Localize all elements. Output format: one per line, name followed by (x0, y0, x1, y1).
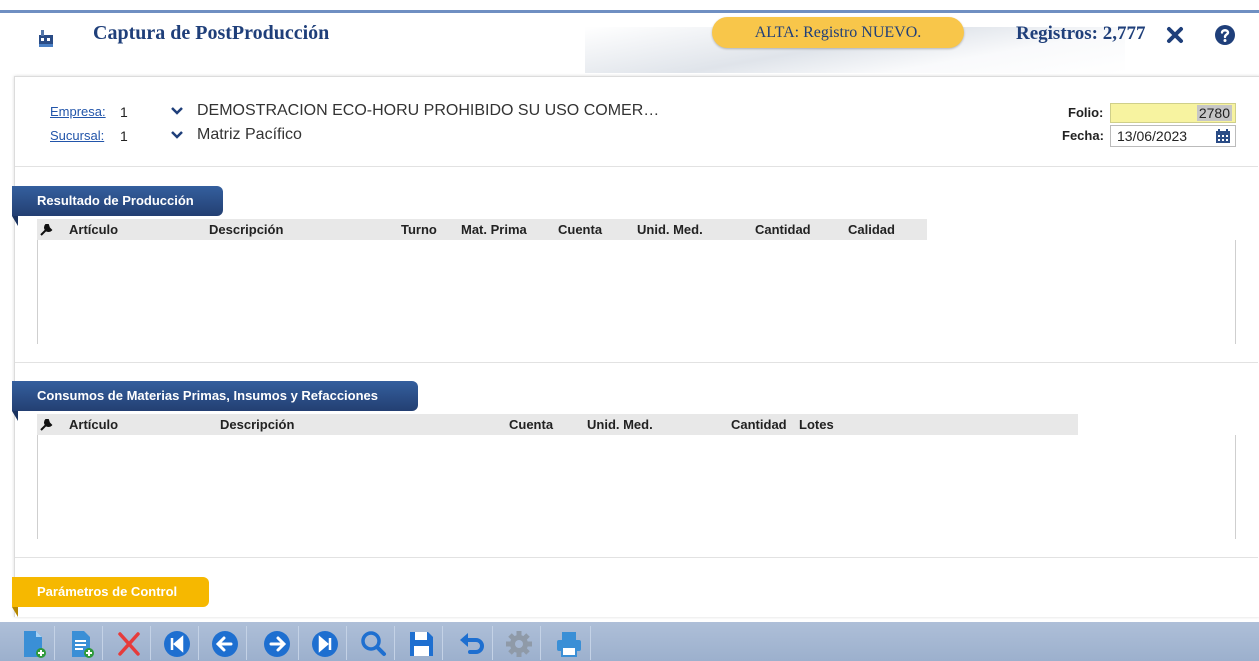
toolbar-separator (394, 626, 395, 660)
new-document-button[interactable] (14, 622, 48, 661)
sucursal-description: Matriz Pacífico (197, 126, 302, 143)
column-header[interactable]: Turno (401, 219, 437, 240)
calendar-icon[interactable] (1215, 128, 1231, 144)
last-record-button[interactable] (306, 622, 340, 661)
toolbar-separator (346, 626, 347, 660)
settings-button[interactable] (500, 622, 534, 661)
section-tab-produccion[interactable]: Resultado de Producción (12, 186, 223, 216)
section-divider (15, 362, 1258, 363)
column-header[interactable]: Cantidad (731, 414, 787, 435)
last-record-icon (312, 631, 338, 657)
toolbar-separator (102, 626, 103, 660)
factory-icon (39, 30, 53, 47)
delete-button[interactable] (110, 622, 144, 661)
folio-label: Folio: (1068, 105, 1104, 120)
column-header[interactable]: Lotes (799, 414, 834, 435)
undo-button[interactable] (452, 622, 486, 661)
consumos-grid-body[interactable] (37, 435, 1236, 539)
column-header[interactable]: Unid. Med. (637, 219, 703, 240)
new-document-icon (24, 631, 46, 658)
empresa-select[interactable]: 1 (120, 104, 128, 120)
column-header[interactable]: Mat. Prima (461, 219, 527, 240)
new-from-copy-button[interactable] (62, 622, 96, 661)
undo-icon (460, 633, 484, 654)
column-header[interactable]: Artículo (69, 414, 118, 435)
records-count: Registros: 2,777 (1016, 23, 1146, 44)
column-header[interactable]: Cuenta (509, 414, 553, 435)
folio-field[interactable]: 2780 (1110, 103, 1236, 123)
first-record-button[interactable] (158, 622, 192, 661)
produccion-grid-body[interactable] (37, 240, 1236, 344)
new-from-copy-icon (72, 631, 94, 658)
fecha-value: 13/06/2023 (1117, 128, 1188, 144)
next-record-icon (264, 631, 290, 657)
save-icon (410, 632, 433, 656)
tab-tail (12, 411, 18, 421)
bottom-toolbar (0, 622, 1259, 661)
toolbar-separator (492, 626, 493, 660)
tab-tail (12, 216, 18, 226)
empresa-label[interactable]: Empresa: (50, 104, 106, 119)
next-record-button[interactable] (258, 622, 292, 661)
column-header[interactable]: Artículo (69, 219, 118, 240)
settings-icon (506, 631, 532, 657)
save-button[interactable] (402, 622, 436, 661)
page-title: Captura de PostProducción (93, 22, 330, 44)
search-icon (361, 631, 386, 656)
previous-record-button[interactable] (206, 622, 240, 661)
search-button[interactable] (354, 622, 388, 661)
help-icon[interactable] (1214, 24, 1236, 46)
column-header[interactable]: Descripción (220, 414, 294, 435)
section-divider (15, 557, 1258, 558)
column-header[interactable]: Descripción (209, 219, 283, 240)
column-header[interactable]: Unid. Med. (587, 414, 653, 435)
wrench-icon[interactable] (40, 418, 53, 431)
toolbar-separator (442, 626, 443, 660)
toolbar-separator (298, 626, 299, 660)
wrench-icon[interactable] (40, 223, 53, 236)
column-header[interactable]: Calidad (848, 219, 895, 240)
close-icon[interactable] (1165, 25, 1185, 45)
toolbar-separator (54, 626, 55, 660)
column-header[interactable]: Cantidad (755, 219, 811, 240)
toolbar-separator (198, 626, 199, 660)
previous-record-icon (212, 631, 238, 657)
chevron-down-icon[interactable] (170, 130, 184, 140)
sucursal-label[interactable]: Sucursal: (50, 128, 104, 143)
fecha-field[interactable]: 13/06/2023 (1110, 125, 1236, 147)
tab-tail (12, 607, 18, 617)
section-divider (15, 166, 1258, 167)
folio-value: 2780 (1196, 105, 1232, 121)
status-badge: ALTA: Registro NUEVO. (712, 17, 964, 48)
toolbar-separator (590, 626, 591, 660)
section-tab-consumos[interactable]: Consumos de Materias Primas, Insumos y R… (12, 381, 418, 411)
consumos-grid-header: Artículo Descripción Cuenta Unid. Med. C… (37, 414, 1078, 435)
delete-icon (118, 632, 140, 656)
chevron-down-icon[interactable] (170, 106, 184, 116)
section-tab-parametros[interactable]: Parámetros de Control (12, 577, 209, 607)
print-button[interactable] (550, 622, 584, 661)
empresa-description: DEMOSTRACION ECO-HORU PROHIBIDO SU USO C… (197, 102, 660, 119)
produccion-grid-header: Artículo Descripción Turno Mat. Prima Cu… (37, 219, 927, 240)
toolbar-separator (246, 626, 247, 660)
first-record-icon (164, 631, 190, 657)
print-icon (557, 632, 581, 657)
fecha-label: Fecha: (1062, 128, 1104, 143)
sucursal-select[interactable]: 1 (120, 128, 128, 144)
toolbar-separator (150, 626, 151, 660)
column-header[interactable]: Cuenta (558, 219, 602, 240)
toolbar-separator (540, 626, 541, 660)
